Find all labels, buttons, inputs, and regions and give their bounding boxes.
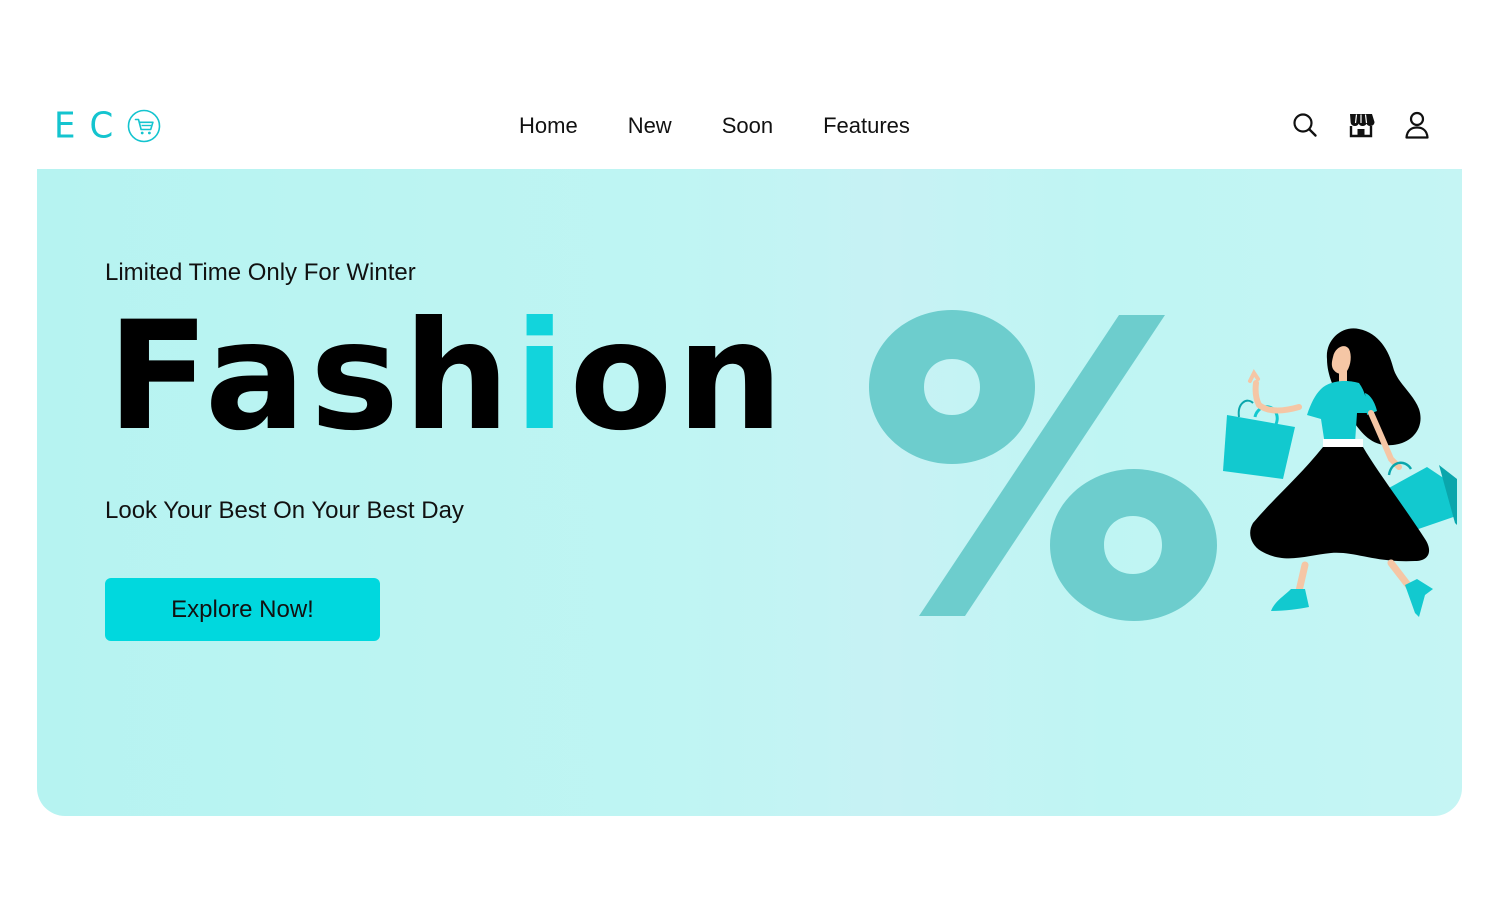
logo-letter-c: C (89, 105, 114, 147)
hero-tagline: Look Your Best On Your Best Day (105, 497, 464, 524)
headline-part-before: Fash (107, 290, 514, 464)
search-icon[interactable] (1290, 110, 1320, 140)
main-nav: Home New Soon Features (519, 110, 910, 142)
percent-sign-icon (869, 310, 1217, 621)
hero-banner: Limited Time Only For Winter Fashion Loo… (37, 169, 1462, 816)
site-header: E C Home New Soon Features (0, 0, 1500, 169)
shopping-cart-icon (127, 109, 161, 143)
headline-part-after: on (569, 290, 788, 464)
hero-headline: Fashion (107, 297, 787, 457)
brand-logo[interactable]: E C (54, 105, 161, 147)
shopping-woman-icon (1223, 328, 1457, 617)
explore-now-button[interactable]: Explore Now! (105, 578, 380, 641)
nav-item-new[interactable]: New (628, 110, 672, 142)
nav-item-home[interactable]: Home (519, 110, 578, 142)
header-actions (1290, 110, 1432, 140)
logo-letter-e: E (54, 105, 76, 147)
headline-accent-letter: i (513, 290, 570, 464)
shopping-woman-percent-illustration (869, 310, 1457, 621)
hero-eyebrow: Limited Time Only For Winter (105, 259, 416, 286)
nav-item-soon[interactable]: Soon (722, 110, 773, 142)
nav-item-features[interactable]: Features (823, 110, 910, 142)
store-icon[interactable] (1346, 110, 1376, 140)
user-icon[interactable] (1402, 110, 1432, 140)
